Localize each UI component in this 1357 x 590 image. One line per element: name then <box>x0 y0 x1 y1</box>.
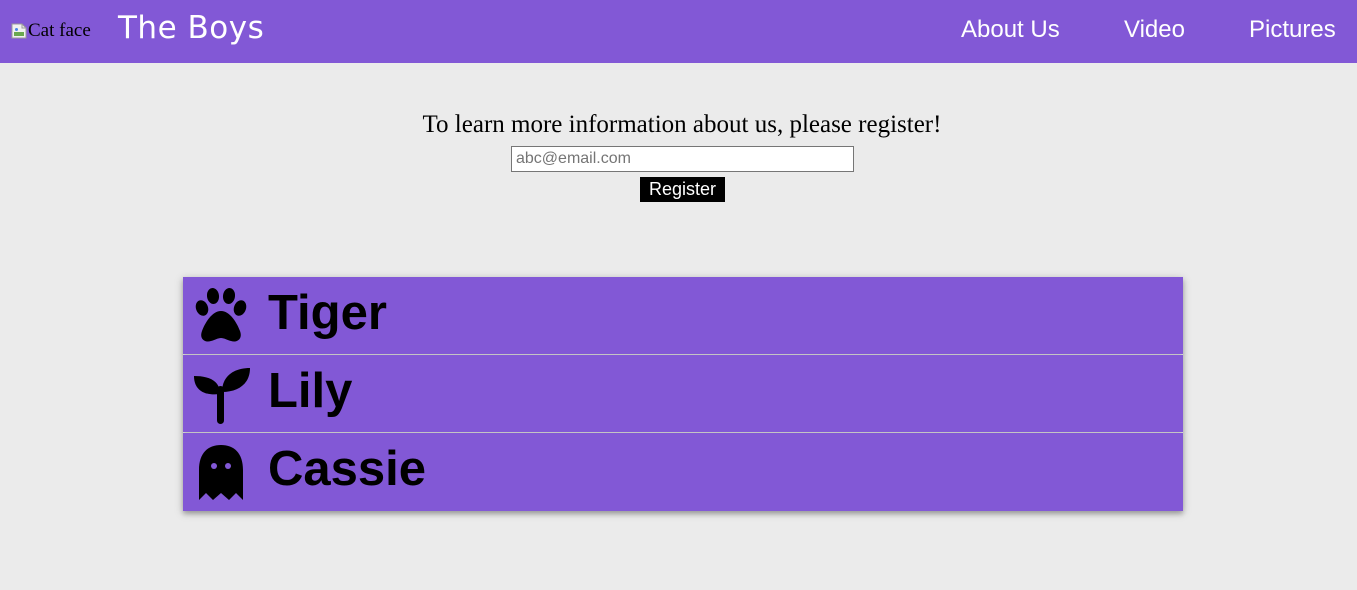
paw-icon <box>190 286 252 348</box>
cat-row-lily[interactable]: Lily <box>183 355 1183 432</box>
site-title: The Boys <box>118 10 265 46</box>
nav-link-about-us[interactable]: About Us <box>961 16 1060 44</box>
logo-alt-text: Cat face <box>28 20 91 41</box>
cat-name: Cassie <box>268 442 427 496</box>
logo-image: Cat face <box>11 20 91 42</box>
register-button[interactable]: Register <box>640 177 725 202</box>
nav-link-pictures[interactable]: Pictures <box>1249 16 1336 44</box>
top-navbar: Cat face The Boys About Us Video Picture… <box>0 0 1357 63</box>
sprout-icon <box>190 364 252 426</box>
register-prompt: To learn more information about us, plea… <box>422 111 942 138</box>
cat-row-tiger[interactable]: Tiger <box>183 277 1183 354</box>
broken-image-icon <box>11 23 27 39</box>
ghost-icon <box>190 442 252 504</box>
cat-name: Tiger <box>268 286 387 340</box>
nav-link-video[interactable]: Video <box>1124 16 1185 44</box>
cat-row-cassie[interactable]: Cassie <box>183 433 1183 511</box>
cats-list: Tiger Lily Cassie <box>183 277 1183 511</box>
email-input[interactable] <box>511 146 854 172</box>
cat-name: Lily <box>268 364 353 418</box>
